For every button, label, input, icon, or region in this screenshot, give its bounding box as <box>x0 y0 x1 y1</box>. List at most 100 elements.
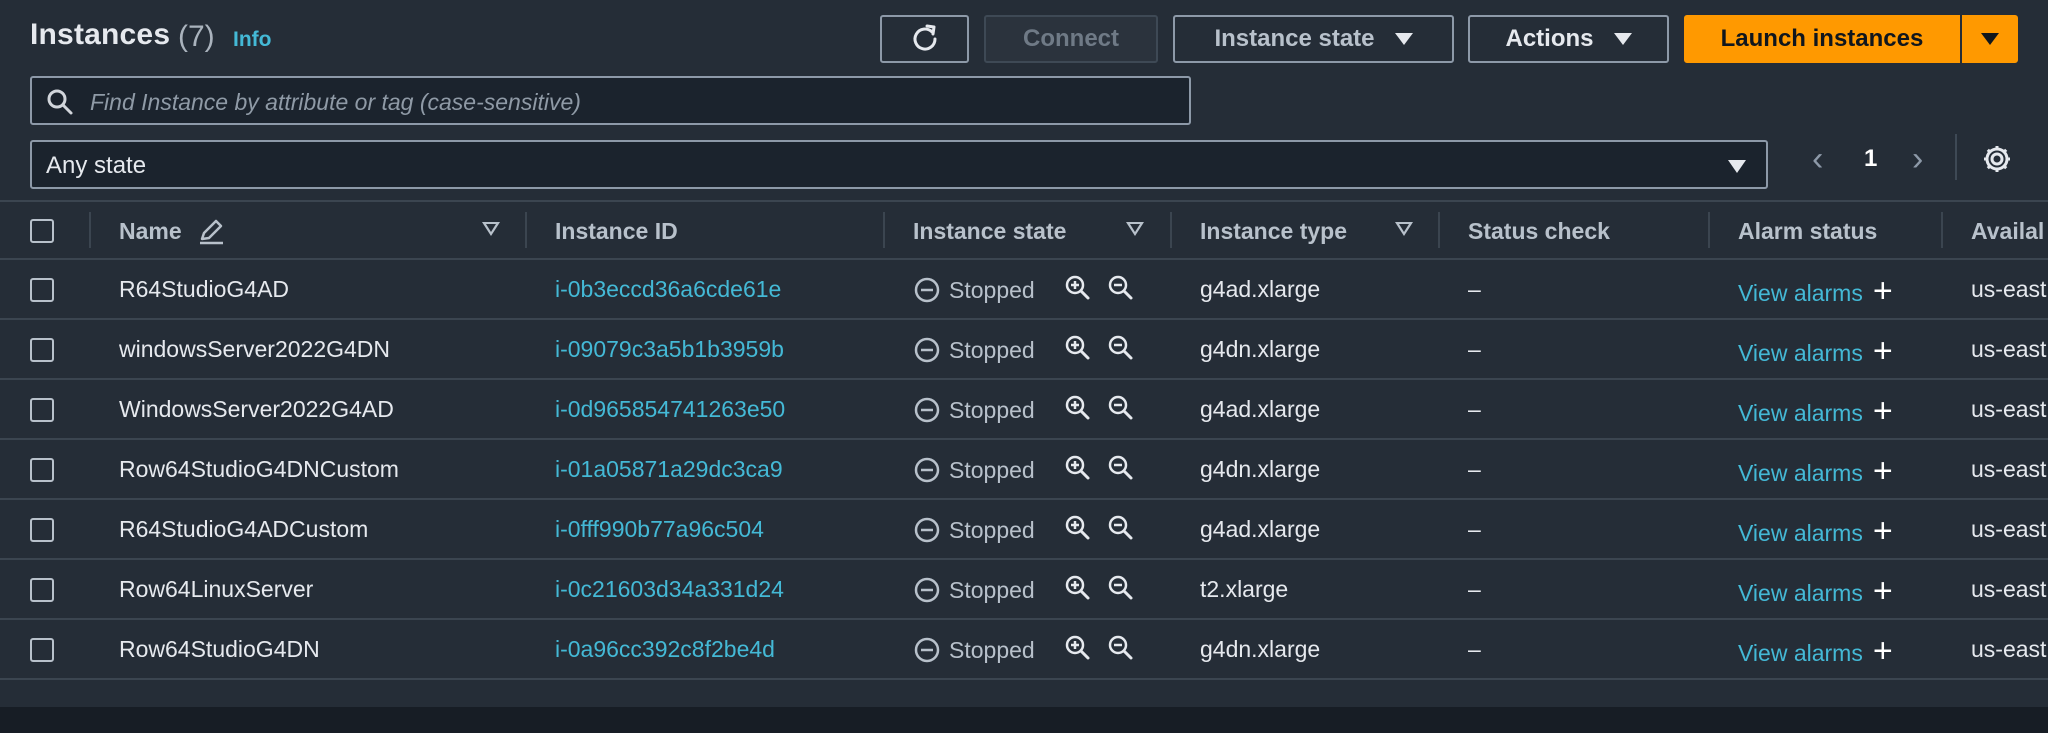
alarm-status: View alarms + <box>1738 512 1893 551</box>
instance-name: R64StudioG4AD <box>119 276 290 302</box>
zoom-in-icon[interactable] <box>1064 574 1092 602</box>
instance-id-link[interactable]: i-0b3eccd36a6cde61e <box>555 276 781 303</box>
table-row[interactable]: windowsServer2022G4DN i-09079c3a5b1b3959b… <box>0 318 2048 378</box>
sort-instance-state-icon[interactable] <box>1126 222 1144 236</box>
instance-id-link[interactable]: i-09079c3a5b1b3959b <box>555 336 784 363</box>
zoom-out-button[interactable] <box>1107 274 1135 307</box>
zoom-out-button[interactable] <box>1107 334 1135 367</box>
instance-state-button[interactable]: Instance state <box>1173 15 1454 63</box>
row-checkbox[interactable] <box>30 338 54 362</box>
view-alarms-link[interactable]: View alarms <box>1738 520 1863 547</box>
current-page-number[interactable]: 1 <box>1864 145 1877 173</box>
state-filter-select[interactable]: Any state <box>30 140 1768 189</box>
instance-state-label: Stopped <box>949 636 1035 663</box>
connect-button[interactable]: Connect <box>984 15 1158 63</box>
add-alarm-icon[interactable]: + <box>1873 332 1893 371</box>
select-all-checkbox[interactable] <box>30 219 54 243</box>
search-input[interactable] <box>88 84 1182 120</box>
add-alarm-icon[interactable]: + <box>1873 512 1893 551</box>
availability-zone: us-east <box>1971 336 2047 362</box>
view-alarms-link[interactable]: View alarms <box>1738 280 1863 307</box>
availability-zone: us-east <box>1971 576 2047 602</box>
stopped-icon <box>914 457 940 483</box>
table-row[interactable]: R64StudioG4AD i-0b3eccd36a6cde61e Stopped g… <box>0 258 2048 318</box>
zoom-in-icon[interactable] <box>1064 454 1092 482</box>
next-page-button[interactable]: › <box>1912 140 1923 179</box>
instance-id-link[interactable]: i-0fff990b77a96c504 <box>555 516 764 543</box>
instance-id-link[interactable]: i-0d965854741263e50 <box>555 396 785 423</box>
zoom-out-button[interactable] <box>1107 514 1135 547</box>
info-link[interactable]: Info <box>233 28 271 52</box>
launch-instances-dropdown-button[interactable] <box>1962 15 2018 63</box>
sort-name-icon[interactable] <box>482 222 500 236</box>
add-alarm-icon[interactable]: + <box>1873 272 1893 311</box>
zoom-in-button[interactable] <box>1064 334 1092 367</box>
zoom-out-button[interactable] <box>1107 634 1135 667</box>
view-alarms-link[interactable]: View alarms <box>1738 640 1863 667</box>
view-alarms-link[interactable]: View alarms <box>1738 400 1863 427</box>
instance-id-link[interactable]: i-01a05871a29dc3ca9 <box>555 456 783 483</box>
zoom-in-button[interactable] <box>1064 634 1092 667</box>
column-header-instance-type[interactable]: Instance type <box>1200 218 1347 245</box>
row-checkbox[interactable] <box>30 398 54 422</box>
launch-instances-button[interactable]: Launch instances <box>1684 15 1960 63</box>
refresh-icon <box>913 24 937 51</box>
alarm-status: View alarms + <box>1738 572 1893 611</box>
zoom-in-icon[interactable] <box>1064 334 1092 362</box>
zoom-in-button[interactable] <box>1064 274 1092 307</box>
column-separator <box>1170 212 1172 248</box>
add-alarm-icon[interactable]: + <box>1873 632 1893 671</box>
table-row[interactable]: Row64StudioG4DNCustom i-01a05871a29dc3ca9… <box>0 438 2048 498</box>
stopped-icon <box>914 577 940 603</box>
view-alarms-link[interactable]: View alarms <box>1738 460 1863 487</box>
divider <box>1955 134 1957 180</box>
zoom-in-icon[interactable] <box>1064 274 1092 302</box>
zoom-in-icon[interactable] <box>1064 634 1092 662</box>
view-alarms-link[interactable]: View alarms <box>1738 340 1863 367</box>
column-header-alarm-status[interactable]: Alarm status <box>1738 218 1877 245</box>
table-row[interactable]: R64StudioG4ADCustom i-0fff990b77a96c504 St… <box>0 498 2048 558</box>
row-checkbox[interactable] <box>30 458 54 482</box>
zoom-out-icon[interactable] <box>1107 574 1135 602</box>
add-alarm-icon[interactable]: + <box>1873 452 1893 491</box>
zoom-out-icon[interactable] <box>1107 274 1135 302</box>
zoom-out-icon[interactable] <box>1107 454 1135 482</box>
zoom-out-icon[interactable] <box>1107 334 1135 362</box>
refresh-button[interactable] <box>880 15 969 63</box>
zoom-in-icon[interactable] <box>1064 394 1092 422</box>
column-header-status-check[interactable]: Status check <box>1468 218 1610 245</box>
sort-instance-type-icon[interactable] <box>1395 222 1413 236</box>
column-header-availability-zone[interactable]: Availal <box>1971 218 2044 245</box>
previous-page-button[interactable]: ‹ <box>1812 140 1823 179</box>
zoom-in-icon[interactable] <box>1064 514 1092 542</box>
zoom-out-icon[interactable] <box>1107 394 1135 422</box>
row-checkbox[interactable] <box>30 638 54 662</box>
settings-gear-icon[interactable] <box>1981 143 2013 175</box>
zoom-out-icon[interactable] <box>1107 634 1135 662</box>
column-header-instance-state[interactable]: Instance state <box>913 218 1066 245</box>
table-row[interactable]: Row64LinuxServer i-0c21603d34a331d24 Stopp… <box>0 558 2048 618</box>
instance-id-link[interactable]: i-0c21603d34a331d24 <box>555 576 784 603</box>
column-header-name-label: Name <box>119 218 182 244</box>
row-checkbox[interactable] <box>30 518 54 542</box>
view-alarms-link[interactable]: View alarms <box>1738 580 1863 607</box>
row-checkbox[interactable] <box>30 578 54 602</box>
column-header-name[interactable]: Name <box>119 218 182 245</box>
zoom-out-button[interactable] <box>1107 394 1135 427</box>
column-header-instance-id[interactable]: Instance ID <box>555 218 678 245</box>
row-checkbox[interactable] <box>30 278 54 302</box>
zoom-in-button[interactable] <box>1064 454 1092 487</box>
table-row[interactable]: WindowsServer2022G4AD i-0d965854741263e50… <box>0 378 2048 438</box>
state-filter-value: Any state <box>46 152 147 179</box>
actions-button[interactable]: Actions <box>1468 15 1669 63</box>
zoom-in-button[interactable] <box>1064 514 1092 547</box>
add-alarm-icon[interactable]: + <box>1873 392 1893 431</box>
table-row[interactable]: Row64StudioG4DN i-0a96cc392c8f2be4d Stoppe… <box>0 618 2048 678</box>
add-alarm-icon[interactable]: + <box>1873 572 1893 611</box>
zoom-out-button[interactable] <box>1107 574 1135 607</box>
zoom-out-button[interactable] <box>1107 454 1135 487</box>
zoom-in-button[interactable] <box>1064 394 1092 427</box>
zoom-out-icon[interactable] <box>1107 514 1135 542</box>
instance-id-link[interactable]: i-0a96cc392c8f2be4d <box>555 636 775 663</box>
zoom-in-button[interactable] <box>1064 574 1092 607</box>
